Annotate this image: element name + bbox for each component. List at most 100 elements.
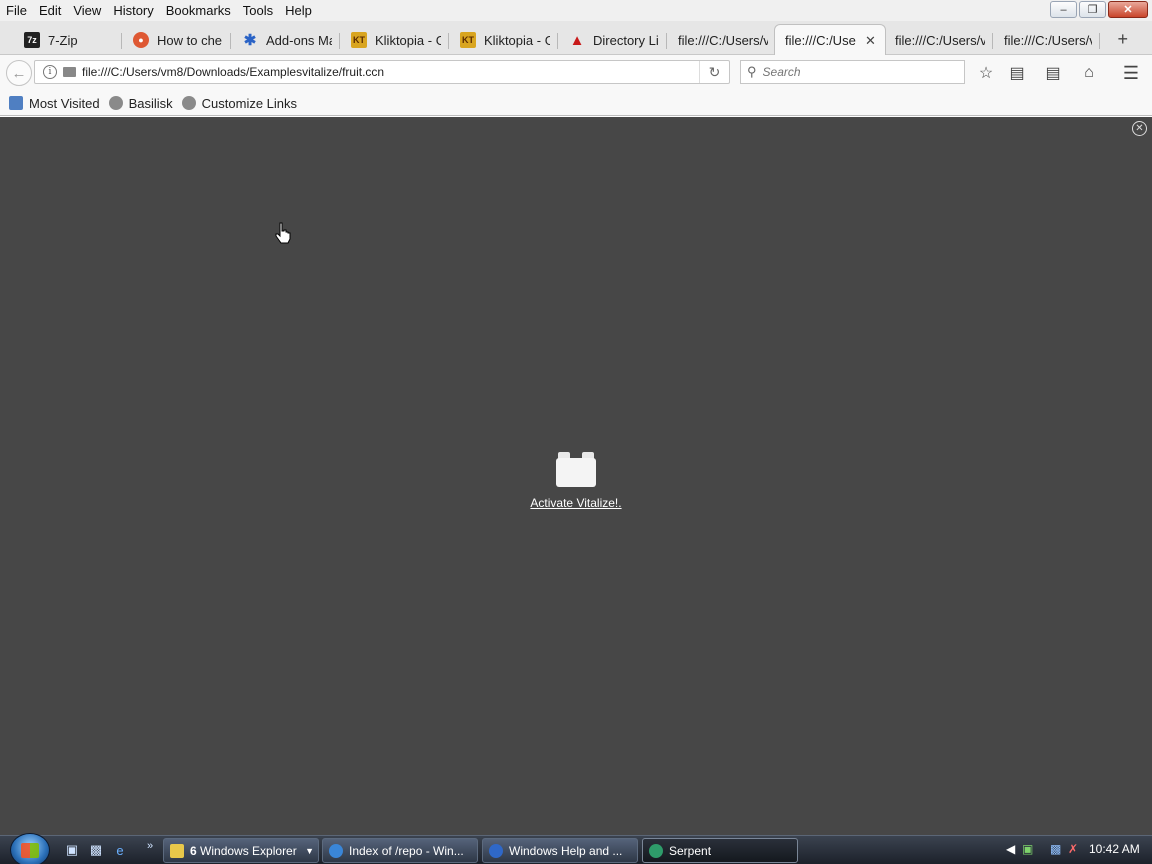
tab-title: Kliktopia - G	[484, 32, 550, 48]
tab-separator	[448, 33, 449, 49]
help-icon	[489, 843, 503, 858]
bookmark-most-visited[interactable]: Most Visited	[9, 96, 100, 111]
tab-title: file:///C:/Users/v	[1004, 32, 1092, 48]
downloads-icon[interactable]: ▤	[1042, 62, 1064, 84]
duckduckgo-icon: ●	[133, 32, 149, 48]
tab-separator	[557, 33, 558, 49]
task-label: Windows Help and ...	[509, 843, 623, 858]
task-label: Serpent	[669, 843, 712, 858]
start-button[interactable]	[10, 833, 50, 864]
menu-tools[interactable]: Tools	[237, 0, 279, 21]
tab-file-3[interactable]: file:///C:/Users/v	[885, 25, 993, 55]
tab-file-1[interactable]: file:///C:/Users/v	[668, 25, 776, 55]
bookmark-label: Most Visited	[29, 95, 100, 111]
clock[interactable]: 10:42 AM	[1089, 842, 1140, 856]
volume-muted-icon[interactable]: ✗	[1068, 842, 1078, 856]
bookmark-label: Customize Links	[201, 95, 298, 111]
quick-launch-overflow-icon[interactable]: »	[142, 838, 158, 854]
close-plugin-icon[interactable]: ✕	[1132, 121, 1147, 136]
search-icon: ⚲	[747, 64, 757, 79]
menu-bar: File Edit View History Bookmarks Tools H…	[0, 0, 1152, 21]
tab-directory-listing[interactable]: ▲ Directory Lis	[559, 25, 667, 55]
tab-separator	[666, 33, 667, 49]
close-window-button[interactable]: ✕	[1108, 1, 1148, 18]
bookmarks-toolbar: Most Visited Basilisk Customize Links	[0, 91, 1152, 116]
tab-kliktopia-2[interactable]: KT Kliktopia - G	[450, 25, 558, 55]
tab-separator	[339, 33, 340, 49]
activate-plugin-link[interactable]: Activate Vitalize!.	[0, 496, 1152, 510]
red-bird-icon: ▲	[569, 31, 585, 49]
network-tray-icon[interactable]: ▣	[1022, 842, 1033, 856]
most-visited-icon	[9, 96, 23, 110]
menu-history[interactable]: History	[107, 0, 159, 21]
tab-separator	[230, 33, 231, 49]
taskbar-item-windows-help[interactable]: Windows Help and ...	[482, 838, 638, 863]
tab-title: Kliktopia - G	[375, 32, 441, 48]
reload-icon[interactable]: ↻	[699, 61, 729, 83]
bookmark-customize-links[interactable]: Customize Links	[181, 95, 298, 111]
menu-bookmarks[interactable]: Bookmarks	[160, 0, 237, 21]
chevron-down-icon: ▼	[305, 845, 314, 856]
taskbar: ▣ ▩ e » 6 Windows Explorer ▼ Index of /r…	[0, 833, 1152, 864]
menu-view[interactable]: View	[67, 0, 107, 21]
menu-hamburger-icon[interactable]: ☰	[1120, 62, 1142, 84]
bookmark-star-icon[interactable]: ☆	[975, 62, 997, 84]
kliktopia-icon: KT	[351, 32, 367, 48]
globe-icon	[108, 96, 123, 110]
back-button[interactable]: ←	[6, 60, 32, 86]
tab-addons[interactable]: ✱ Add-ons Ma	[232, 25, 340, 55]
search-bar[interactable]: ⚲	[740, 60, 965, 84]
menu-file[interactable]: File	[0, 0, 33, 21]
maximize-button[interactable]: ❐	[1079, 1, 1106, 18]
hand-cursor-icon	[275, 222, 291, 244]
navigation-bar: ← i file:///C:/Users/vm8/Downloads/Examp…	[0, 55, 1152, 91]
close-tab-icon[interactable]: ✕	[865, 33, 876, 49]
plugin-icon-body	[556, 458, 596, 487]
switch-windows-icon[interactable]: ▩	[88, 842, 104, 858]
taskbar-item-windows-explorer[interactable]: 6 Windows Explorer ▼	[163, 838, 319, 863]
url-text[interactable]: file:///C:/Users/vm8/Downloads/Examplesv…	[82, 65, 384, 79]
taskbar-item-index-repo[interactable]: Index of /repo - Win...	[322, 838, 478, 863]
info-icon[interactable]: i	[43, 65, 57, 79]
7zip-icon: 7z	[24, 32, 40, 48]
menu-help[interactable]: Help	[279, 0, 318, 21]
tray-expand-icon[interactable]: ◀	[1006, 842, 1015, 856]
window-controls: – ❐ ✕	[1050, 1, 1148, 18]
bookmark-label: Basilisk	[128, 95, 173, 111]
globe-icon	[181, 96, 196, 110]
internet-explorer-icon	[329, 843, 343, 858]
tab-file-active[interactable]: file:///C:/Use ✕	[774, 24, 886, 56]
monitor-tray-icon[interactable]: ▩	[1050, 842, 1061, 856]
taskbar-item-serpent[interactable]: Serpent	[642, 838, 798, 863]
tab-how-to[interactable]: ● How to che	[123, 25, 231, 55]
serpent-icon	[649, 843, 663, 858]
tab-file-4[interactable]: file:///C:/Users/v	[994, 25, 1100, 55]
tab-title: Add-ons Ma	[266, 32, 332, 48]
tab-title: file:///C:/Users/v	[678, 32, 768, 48]
page-content: ✕ Activate Vitalize!.	[0, 117, 1152, 835]
reading-list-icon[interactable]: ▤	[1006, 62, 1028, 84]
page-icon	[63, 67, 76, 77]
minimize-button[interactable]: –	[1050, 1, 1077, 18]
bookmark-basilisk[interactable]: Basilisk	[108, 95, 173, 111]
window-count: 6	[190, 843, 197, 858]
task-label: Windows Explorer	[200, 843, 297, 858]
tab-7zip[interactable]: 7z 7-Zip	[14, 25, 122, 55]
new-tab-button[interactable]: +	[1117, 30, 1128, 48]
plugin-lego-icon[interactable]	[556, 452, 596, 487]
tab-kliktopia-1[interactable]: KT Kliktopia - G	[341, 25, 449, 55]
task-label: Index of /repo - Win...	[349, 843, 464, 858]
tab-separator	[992, 33, 993, 49]
menu-edit[interactable]: Edit	[33, 0, 67, 21]
url-bar[interactable]: i file:///C:/Users/vm8/Downloads/Example…	[34, 60, 730, 84]
tab-separator	[1099, 33, 1100, 49]
home-icon[interactable]: ⌂	[1078, 62, 1100, 84]
tab-strip: 7z 7-Zip ● How to che ✱ Add-ons Ma KT Kl…	[0, 21, 1152, 56]
tab-title: How to che	[157, 32, 223, 48]
search-input[interactable]	[762, 65, 943, 79]
show-desktop-icon[interactable]: ▣	[64, 842, 80, 858]
tab-separator	[121, 33, 122, 49]
kliktopia-icon: KT	[460, 32, 476, 48]
tab-title: Directory Lis	[593, 32, 659, 48]
internet-explorer-icon[interactable]: e	[112, 842, 128, 858]
